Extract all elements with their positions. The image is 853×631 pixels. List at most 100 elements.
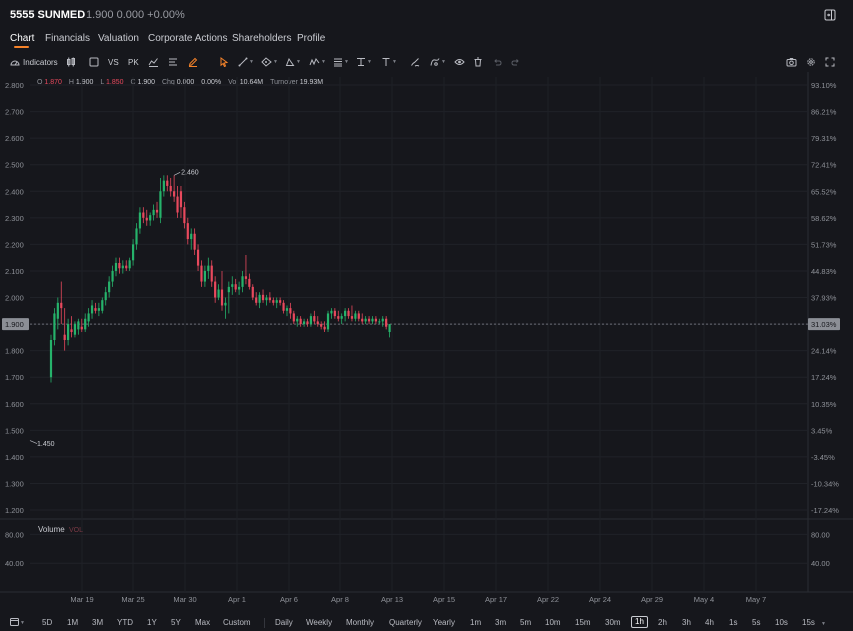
candle-body — [238, 286, 241, 290]
pk-button[interactable]: PK — [128, 55, 139, 69]
exit-fullscreen-icon[interactable] — [824, 9, 836, 21]
bottom-bar: ▼ 5D 1M 3M YTD 1Y 5Y Max Custom Daily We… — [0, 615, 853, 631]
range-ytd[interactable]: YTD — [117, 618, 133, 627]
pct-tick-label: 79.31% — [811, 134, 837, 143]
tab-chart[interactable]: Chart — [10, 33, 34, 44]
brush-button[interactable] — [410, 55, 420, 69]
candle-body — [67, 324, 70, 340]
interval-1m[interactable]: 1m — [470, 618, 481, 627]
interval-30m[interactable]: 30m — [605, 618, 621, 627]
y-tick-label: 2.400 — [5, 187, 24, 196]
layout-button[interactable] — [89, 55, 99, 69]
candle-body — [279, 300, 282, 303]
channel-button[interactable]: ▼ — [261, 55, 278, 69]
tab-corporate-actions[interactable]: Corporate Actions — [148, 33, 228, 44]
interval-1h[interactable]: 1h — [631, 616, 648, 628]
candle-body — [333, 310, 336, 317]
range-1y[interactable]: 1Y — [147, 618, 157, 627]
range-5y[interactable]: 5Y — [171, 618, 181, 627]
period-daily[interactable]: Daily — [275, 618, 293, 627]
candle-body — [77, 321, 80, 330]
interval-5m[interactable]: 5m — [520, 618, 531, 627]
redo-icon — [511, 59, 519, 66]
visibility-button[interactable] — [454, 55, 465, 69]
candle-body — [90, 305, 94, 314]
pattern-button[interactable]: ▼ — [309, 55, 326, 69]
candle-body — [374, 318, 377, 322]
text-align-button[interactable] — [168, 55, 178, 69]
current-pct-tag-label: 31.03% — [811, 320, 837, 329]
fullscreen-button[interactable] — [825, 55, 835, 69]
candle-body — [210, 265, 213, 282]
x-tick-label: Apr 24 — [589, 595, 611, 604]
candle-body — [214, 281, 217, 298]
period-monthly[interactable]: Monthly — [346, 618, 374, 627]
text-tool-button[interactable]: ▼ — [381, 55, 397, 69]
draw-pencil-button[interactable] — [188, 55, 198, 69]
fib-button[interactable]: ▼ — [333, 55, 349, 69]
interval-more-caret[interactable]: ▼ — [820, 618, 826, 627]
tab-shareholders[interactable]: Shareholders — [232, 33, 291, 44]
candle-body — [108, 281, 111, 293]
tab-profile[interactable]: Profile — [297, 33, 325, 44]
candle-body — [152, 209, 155, 216]
caret-icon: ▼ — [821, 621, 826, 627]
indicators-label: Indicators — [23, 57, 58, 67]
period-quarterly[interactable]: Quarterly — [389, 618, 422, 627]
pct-tick-label: -10.34% — [811, 479, 839, 488]
range-max[interactable]: Max — [195, 618, 210, 627]
range-custom[interactable]: Custom — [223, 618, 251, 627]
compare-button[interactable]: VS — [108, 55, 119, 69]
period-yearly[interactable]: Yearly — [433, 618, 455, 627]
candle-body — [176, 196, 179, 213]
interval-3h[interactable]: 3h — [682, 618, 691, 627]
undo-button[interactable] — [492, 55, 502, 69]
pct-tick-label: 72.41% — [811, 161, 837, 170]
chart-style-button[interactable] — [148, 55, 159, 69]
price-chart[interactable]: 2.800 93.10% 2.700 86.21% 2.600 79.31% 2.500 72… — [0, 72, 853, 612]
indicators-button[interactable]: Indicators — [10, 55, 58, 69]
interval-selector[interactable]: ▼ — [10, 617, 25, 627]
eye-icon — [454, 59, 465, 65]
redo-button[interactable] — [511, 55, 521, 69]
annotation-button[interactable]: ▼ — [430, 55, 446, 69]
x-tick-label: Apr 13 — [381, 595, 403, 604]
volume-tick-label: 80.00 — [5, 530, 24, 539]
range-5d[interactable]: 5D — [42, 618, 52, 627]
shape-button[interactable]: ▼ — [285, 55, 301, 69]
candle-body — [80, 326, 83, 330]
interval-1s[interactable]: 1s — [729, 618, 737, 627]
period-weekly[interactable]: Weekly — [306, 618, 332, 627]
interval-15s[interactable]: 15s — [802, 618, 815, 627]
measure-button[interactable]: ▼ — [356, 55, 372, 69]
volume-tick-label: 40.00 — [5, 559, 24, 568]
candle-body — [193, 233, 196, 250]
cursor-button[interactable] — [219, 55, 229, 69]
stock-symbol: 5555 SUNMED — [10, 9, 86, 21]
interval-5s[interactable]: 5s — [752, 618, 760, 627]
interval-10m[interactable]: 10m — [545, 618, 561, 627]
candle-body — [265, 297, 268, 301]
settings-button[interactable] — [806, 55, 816, 69]
candle-body — [203, 270, 206, 282]
candle-body — [224, 302, 227, 306]
high-annotation-label: 2.460 — [181, 169, 199, 176]
range-3m[interactable]: 3M — [92, 618, 103, 627]
channel-icon — [261, 57, 272, 67]
interval-15m[interactable]: 15m — [575, 618, 591, 627]
tab-financials[interactable]: Financials — [45, 33, 90, 44]
delete-drawings-button[interactable] — [473, 55, 483, 69]
range-1m[interactable]: 1M — [67, 618, 78, 627]
candle-body — [227, 286, 230, 293]
interval-3m[interactable]: 3m — [495, 618, 506, 627]
pencil-icon — [188, 57, 198, 67]
trend-line-button[interactable]: ▼ — [238, 55, 254, 69]
candle-type-button[interactable] — [66, 55, 76, 69]
interval-4h[interactable]: 4h — [705, 618, 714, 627]
tab-valuation[interactable]: Valuation — [98, 33, 139, 44]
screenshot-button[interactable] — [786, 55, 797, 69]
stock-price-line: 1.900 0.000 +0.00% — [86, 9, 185, 21]
chart-toolbar: Indicators VS PK ▼ ▼ ▼ ▼ ▼ ▼ ▼ ▼ — [0, 52, 853, 72]
interval-10s[interactable]: 10s — [775, 618, 788, 627]
interval-2h[interactable]: 2h — [658, 618, 667, 627]
